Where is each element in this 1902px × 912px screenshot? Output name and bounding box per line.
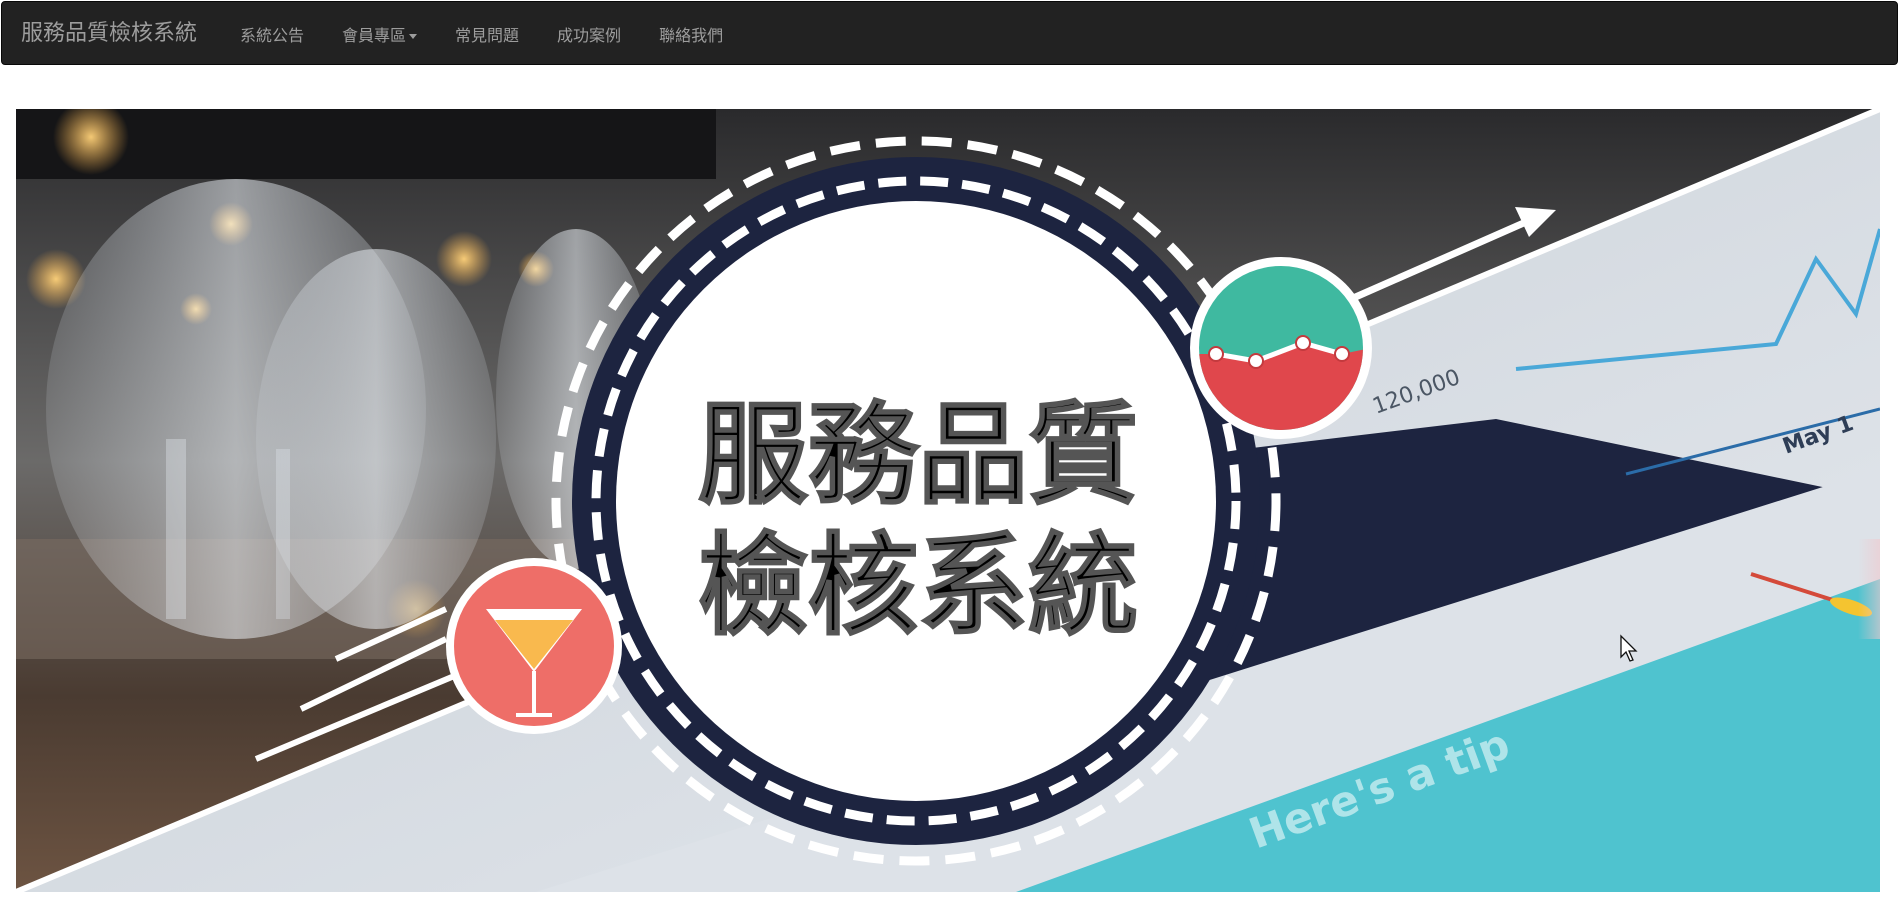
nav-item-success-cases[interactable]: 成功案例 bbox=[538, 22, 640, 46]
nav-item-member-area[interactable]: 會員專區 bbox=[323, 22, 436, 46]
side-ghost-decoration bbox=[1858, 539, 1880, 639]
nav-item-label: 聯絡我們 bbox=[659, 26, 724, 45]
banner-graphic: 120,000 May 1 Here's a tip 服務品質 檢核系統 bbox=[16, 109, 1880, 892]
banner-title-line2: 檢核系統 bbox=[698, 522, 1138, 650]
nav-item-label: 常見問題 bbox=[455, 26, 520, 45]
top-navbar: 服務品質檢核系統 系統公告 會員專區 常見問題 成功案例 聯絡我們 bbox=[1, 1, 1898, 65]
nav-item-faq[interactable]: 常見問題 bbox=[436, 22, 538, 46]
banner-title-line1: 服務品質 bbox=[698, 391, 1138, 519]
hero-banner: 120,000 May 1 Here's a tip 服務品質 檢核系統 bbox=[16, 109, 1880, 892]
nav-item-contact-us[interactable]: 聯絡我們 bbox=[640, 22, 742, 46]
nav-item-announcements[interactable]: 系統公告 bbox=[221, 22, 323, 46]
line-chart-icon bbox=[1190, 257, 1372, 439]
nav-item-label: 會員專區 bbox=[342, 26, 407, 45]
cocktail-icon bbox=[446, 558, 622, 734]
navbar-brand[interactable]: 服務品質檢核系統 bbox=[21, 21, 197, 47]
caret-down-icon bbox=[409, 34, 418, 39]
nav-item-label: 系統公告 bbox=[240, 26, 305, 45]
nav-links: 系統公告 會員專區 常見問題 成功案例 聯絡我們 bbox=[221, 2, 742, 66]
nav-item-label: 成功案例 bbox=[557, 26, 622, 45]
